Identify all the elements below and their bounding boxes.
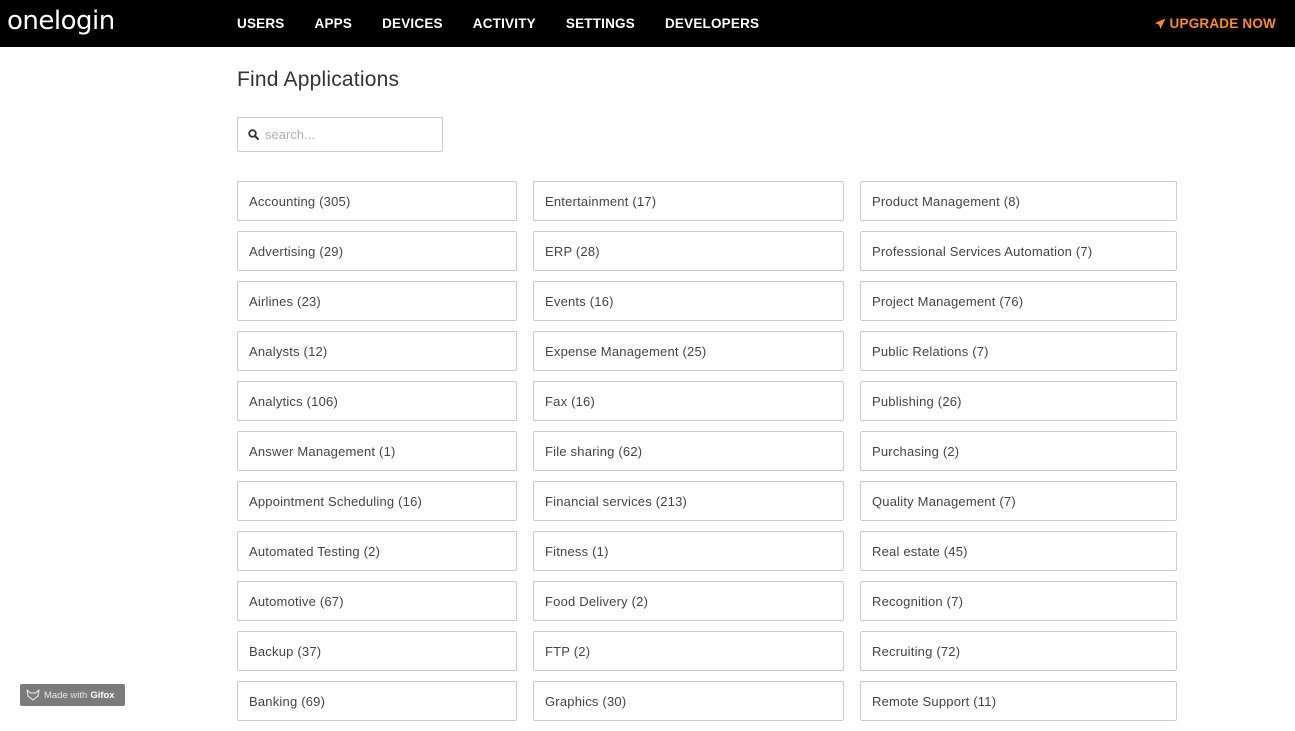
nav-activity[interactable]: ACTIVITY	[473, 16, 536, 31]
category-item[interactable]: Events (16)	[533, 281, 844, 321]
category-item[interactable]: Recruiting (72)	[860, 631, 1177, 671]
category-item[interactable]: Backup (37)	[237, 631, 517, 671]
category-item[interactable]: Entertainment (17)	[533, 181, 844, 221]
category-item[interactable]: Analysts (12)	[237, 331, 517, 371]
onelogin-logo[interactable]: onelogin	[7, 4, 115, 38]
category-item[interactable]: Automotive (67)	[237, 581, 517, 621]
category-item[interactable]: Advertising (29)	[237, 231, 517, 271]
gifox-watermark: Made with Gifox	[20, 684, 125, 706]
category-item[interactable]: Accounting (305)	[237, 181, 517, 221]
category-item[interactable]: Quality Management (7)	[860, 481, 1177, 521]
category-item[interactable]: Professional Services Automation (7)	[860, 231, 1177, 271]
category-item[interactable]: Real estate (45)	[860, 531, 1177, 571]
category-item[interactable]: Answer Management (1)	[237, 431, 517, 471]
category-item[interactable]: Graphics (30)	[533, 681, 844, 721]
category-item[interactable]: Automated Testing (2)	[237, 531, 517, 571]
nav-developers[interactable]: DEVELOPERS	[665, 16, 759, 31]
category-item[interactable]: Fitness (1)	[533, 531, 844, 571]
watermark-brand: Gifox	[90, 689, 115, 701]
category-item[interactable]: Expense Management (25)	[533, 331, 844, 371]
nav-users[interactable]: USERS	[237, 16, 285, 31]
page-title: Find Applications	[237, 68, 400, 91]
category-item[interactable]: Project Management (76)	[860, 281, 1177, 321]
category-item[interactable]: Analytics (106)	[237, 381, 517, 421]
category-item[interactable]: Food Delivery (2)	[533, 581, 844, 621]
upgrade-now-label: UPGRADE NOW	[1169, 16, 1276, 31]
search-input[interactable]	[265, 127, 435, 142]
category-item[interactable]: FTP (2)	[533, 631, 844, 671]
nav-devices[interactable]: DEVICES	[382, 16, 443, 31]
category-item[interactable]: Appointment Scheduling (16)	[237, 481, 517, 521]
category-item[interactable]: Remote Support (11)	[860, 681, 1177, 721]
nav-settings[interactable]: SETTINGS	[566, 16, 635, 31]
category-item[interactable]: File sharing (62)	[533, 431, 844, 471]
category-column-1: Accounting (305) Advertising (29) Airlin…	[237, 181, 517, 731]
category-item[interactable]: Fax (16)	[533, 381, 844, 421]
category-item[interactable]: Purchasing (2)	[860, 431, 1177, 471]
fox-icon	[26, 689, 40, 701]
category-item[interactable]: Banking (69)	[237, 681, 517, 721]
category-item[interactable]: Publishing (26)	[860, 381, 1177, 421]
category-item[interactable]: Recognition (7)	[860, 581, 1177, 621]
category-column-2: Entertainment (17) ERP (28) Events (16) …	[533, 181, 844, 731]
category-item[interactable]: Financial services (213)	[533, 481, 844, 521]
category-item[interactable]: Product Management (8)	[860, 181, 1177, 221]
category-item[interactable]: Public Relations (7)	[860, 331, 1177, 371]
category-item[interactable]: ERP (28)	[533, 231, 844, 271]
category-column-3: Product Management (8) Professional Serv…	[860, 181, 1177, 731]
search-box[interactable]	[237, 117, 443, 152]
rocket-icon	[1154, 18, 1166, 29]
upgrade-now-link[interactable]: UPGRADE NOW	[1154, 0, 1276, 47]
search-icon	[248, 129, 259, 140]
category-item[interactable]: Airlines (23)	[237, 281, 517, 321]
top-navigation-bar: onelogin USERS APPS DEVICES ACTIVITY SET…	[0, 0, 1295, 47]
nav-apps[interactable]: APPS	[315, 16, 353, 31]
main-nav: USERS APPS DEVICES ACTIVITY SETTINGS DEV…	[237, 0, 789, 47]
watermark-prefix: Made with	[44, 689, 88, 701]
